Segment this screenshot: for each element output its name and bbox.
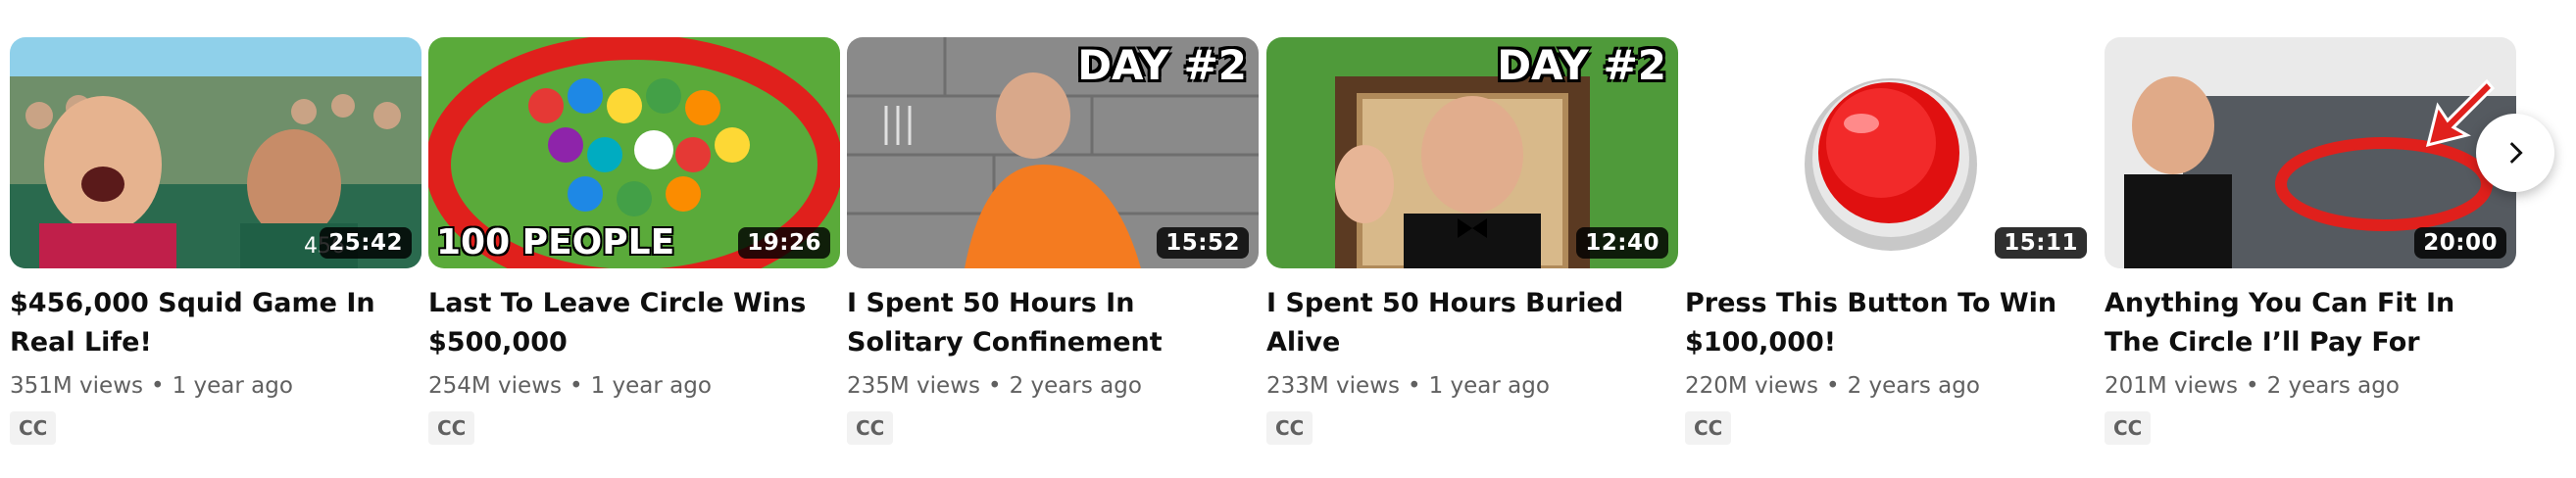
video-duration: 15:52 (1157, 227, 1249, 259)
cc-badge: CC (1685, 411, 1732, 445)
view-count: 235M views (847, 373, 981, 399)
video-duration: 15:11 (1995, 227, 2087, 259)
video-card[interactable]: DAY #2 12:40 I Spent 50 Hours Buried Ali… (1266, 37, 1678, 445)
video-meta: 201M views • 2 years ago (2105, 370, 2516, 402)
video-thumbnail[interactable]: 456 25:42 (10, 37, 421, 268)
video-title[interactable]: Press This Button To Win $100,000! (1685, 284, 2087, 362)
chevron-right-icon (2509, 142, 2523, 164)
video-title[interactable]: I Spent 50 Hours Buried Alive (1266, 284, 1668, 362)
cc-badge: CC (847, 411, 894, 445)
video-thumbnail[interactable]: DAY #2 15:52 (847, 37, 1259, 268)
meta-separator: • (1826, 373, 1840, 399)
view-count: 220M views (1685, 373, 1819, 399)
video-thumbnail[interactable]: 15:11 (1685, 37, 2097, 268)
video-title[interactable]: Anything You Can Fit In The Circle I’ll … (2105, 284, 2506, 362)
thumbnail-overlay-text: DAY #2 (1497, 41, 1666, 89)
video-card[interactable]: DAY #2 15:52 I Spent 50 Hours In Solitar… (847, 37, 1259, 445)
video-duration: 12:40 (1576, 227, 1668, 259)
video-shelf: 456 25:42 $456,000 Squid Game In Real Li… (0, 0, 2576, 478)
video-thumbnail[interactable]: 100 PEOPLE 19:26 (428, 37, 840, 268)
meta-separator: • (570, 373, 583, 399)
upload-age: 2 years ago (1847, 373, 1980, 399)
video-card[interactable]: 100 PEOPLE 19:26 Last To Leave Circle Wi… (428, 37, 840, 445)
video-duration: 20:00 (2414, 227, 2506, 259)
next-button[interactable] (2476, 114, 2554, 192)
meta-separator: • (151, 373, 165, 399)
video-card[interactable]: 15:11 Press This Button To Win $100,000!… (1685, 37, 2097, 445)
upload-age: 2 years ago (2266, 373, 2400, 399)
thumbnail-overlay-text: DAY #2 (1077, 41, 1247, 89)
view-count: 201M views (2105, 373, 2239, 399)
video-meta: 351M views • 1 year ago (10, 370, 421, 402)
video-card[interactable]: 20:00 Anything You Can Fit In The Circle… (2105, 37, 2516, 445)
video-card[interactable]: 456 25:42 $456,000 Squid Game In Real Li… (10, 37, 421, 445)
meta-separator: • (2246, 373, 2259, 399)
upload-age: 1 year ago (172, 373, 293, 399)
thumbnail-overlay-text: 100 PEOPLE (436, 222, 675, 263)
upload-age: 2 years ago (1009, 373, 1142, 399)
meta-separator: • (988, 373, 1002, 399)
upload-age: 1 year ago (1428, 373, 1550, 399)
upload-age: 1 year ago (590, 373, 712, 399)
video-title[interactable]: $456,000 Squid Game In Real Life! (10, 284, 412, 362)
view-count: 233M views (1266, 373, 1401, 399)
cc-badge: CC (1266, 411, 1313, 445)
view-count: 254M views (428, 373, 563, 399)
meta-separator: • (1408, 373, 1421, 399)
video-title[interactable]: I Spent 50 Hours In Solitary Confinement (847, 284, 1249, 362)
video-meta: 235M views • 2 years ago (847, 370, 1259, 402)
video-thumbnail[interactable]: DAY #2 12:40 (1266, 37, 1678, 268)
cc-badge: CC (2105, 411, 2152, 445)
cc-badge: CC (10, 411, 57, 445)
video-duration: 25:42 (320, 227, 412, 259)
video-meta: 254M views • 1 year ago (428, 370, 840, 402)
video-duration: 19:26 (738, 227, 830, 259)
video-title[interactable]: Last To Leave Circle Wins $500,000 (428, 284, 830, 362)
view-count: 351M views (10, 373, 144, 399)
cc-badge: CC (428, 411, 475, 445)
video-thumbnail[interactable]: 20:00 (2105, 37, 2516, 268)
video-meta: 233M views • 1 year ago (1266, 370, 1678, 402)
video-meta: 220M views • 2 years ago (1685, 370, 2097, 402)
